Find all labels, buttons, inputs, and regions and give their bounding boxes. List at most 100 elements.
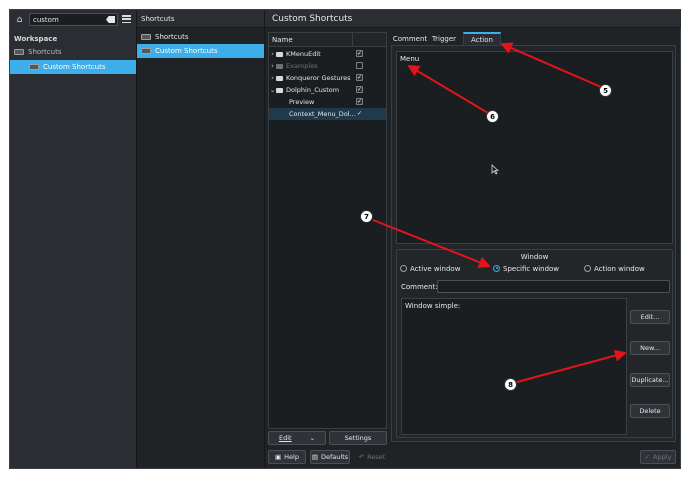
hamburger-menu-icon[interactable] — [122, 15, 131, 23]
list-item-custom-shortcuts[interactable]: Custom Shortcuts — [137, 44, 264, 58]
delete-button[interactable]: Delete — [630, 404, 670, 418]
sidebar-section-workspace: Workspace — [14, 35, 58, 43]
checkmark-icon: ✓ — [644, 453, 651, 461]
radio-specific-window[interactable]: Specific window — [493, 264, 560, 273]
window-simple-label: Window simple: — [405, 302, 461, 310]
sidebar-item-custom-shortcuts[interactable]: Custom Shortcuts — [10, 60, 136, 74]
home-icon[interactable]: ⌂ — [13, 13, 26, 26]
tree-row-label: Preview — [289, 98, 315, 106]
apply-label: Apply — [653, 453, 672, 461]
tree-row[interactable]: › Examples — [269, 60, 386, 72]
folder-icon — [276, 75, 283, 81]
enabled-checkbox[interactable]: ✓ — [356, 110, 363, 117]
enabled-checkbox[interactable] — [356, 62, 363, 69]
list-item-label: Custom Shortcuts — [155, 47, 218, 55]
help-button[interactable]: ▣ Help — [268, 450, 306, 464]
keyboard-icon — [14, 49, 24, 55]
tree-row-label: KMenuEdit — [286, 50, 321, 58]
defaults-label: Defaults — [321, 453, 349, 461]
window-simple-list[interactable]: Window simple: — [401, 298, 627, 435]
column-header: Shortcuts — [137, 10, 264, 28]
enabled-checkbox[interactable]: ✓ — [356, 86, 363, 93]
enabled-checkbox[interactable]: ✓ — [356, 98, 363, 105]
reset-label: Reset — [367, 453, 386, 461]
edit-menu-button[interactable]: Edit ⌄ — [268, 431, 326, 445]
comment-input[interactable] — [437, 280, 670, 293]
window-group: Window Active window Specific window Act… — [396, 249, 673, 438]
tree-row[interactable]: Context_Menu_Dol... ✓ — [269, 108, 386, 120]
menu-area[interactable]: Menu — [396, 51, 673, 244]
footer-bar: ▣ Help ▤ Defaults ↶ Reset ✓ Apply — [10, 448, 681, 468]
undo-icon: ↶ — [358, 453, 365, 461]
tree-row-label: Examples — [286, 62, 318, 70]
chevron-down-icon: ⌄ — [309, 434, 316, 442]
mouse-pointer-icon — [491, 164, 499, 175]
sidebar: ⌂ Workspace Shortcuts Custom Shortcuts — [10, 10, 137, 468]
tree-row-label: Konqueror Gestures — [286, 74, 351, 82]
radio-icon — [400, 264, 407, 272]
reset-button[interactable]: ↶ Reset — [354, 450, 390, 464]
radio-label: Active window — [410, 265, 461, 273]
sidebar-item-label: Shortcuts — [28, 48, 62, 56]
tab-trigger[interactable]: Trigger — [429, 32, 459, 45]
column-header-name: Name — [272, 36, 293, 44]
radio-icon — [493, 264, 500, 272]
keyboard-icon — [29, 64, 39, 70]
radio-icon — [584, 264, 591, 272]
tree-row-label: Dolphin_Custom — [286, 86, 340, 94]
chevron-right-icon[interactable]: › — [269, 74, 276, 82]
tree-header: Name — [269, 33, 386, 47]
menu-label: Menu — [400, 55, 420, 63]
callout-8: 8 — [504, 378, 517, 391]
tree-row[interactable]: › Konqueror Gestures ✓ — [269, 72, 386, 84]
app-window: ⌂ Workspace Shortcuts Custom Shortcuts S… — [9, 9, 681, 469]
folder-icon — [276, 87, 283, 93]
document-icon: ▤ — [311, 453, 318, 461]
tree-row-label: Context_Menu_Dol... — [289, 110, 356, 118]
enabled-checkbox[interactable]: ✓ — [356, 50, 363, 57]
search-input[interactable] — [33, 15, 103, 25]
keyboard-icon — [141, 48, 151, 54]
chevron-down-icon[interactable]: ⌄ — [269, 86, 276, 94]
clear-search-icon[interactable] — [106, 16, 115, 23]
group-title: Window — [520, 253, 549, 261]
folder-icon — [276, 51, 283, 57]
apply-button[interactable]: ✓ Apply — [640, 450, 676, 464]
callout-7: 7 — [360, 210, 373, 223]
defaults-button[interactable]: ▤ Defaults — [310, 450, 350, 464]
duplicate-button[interactable]: Duplicate... — [630, 373, 670, 387]
chevron-right-icon[interactable]: › — [269, 62, 276, 70]
tab-comment[interactable]: Comment — [393, 32, 427, 45]
tree-row[interactable]: Preview ✓ — [269, 96, 386, 108]
comment-label: Comment: — [401, 283, 438, 291]
chevron-right-icon[interactable]: › — [269, 50, 276, 58]
sidebar-item-shortcuts[interactable]: Shortcuts — [10, 45, 136, 59]
tree-row[interactable]: ⌄ Dolphin_Custom ✓ — [269, 84, 386, 96]
keyboard-icon — [141, 34, 151, 40]
settings-button[interactable]: Settings — [329, 431, 387, 445]
callout-6: 6 — [486, 110, 499, 123]
enabled-checkbox[interactable]: ✓ — [356, 74, 363, 81]
action-panel: Menu Window Active window Specific windo… — [391, 45, 676, 442]
folder-icon — [276, 63, 283, 69]
page-title: Custom Shortcuts — [265, 10, 681, 28]
radio-action-window[interactable]: Action window — [584, 264, 645, 273]
tree-row[interactable]: › KMenuEdit ✓ — [269, 48, 386, 60]
column-divider — [352, 33, 353, 47]
shortcut-tree: Name › KMenuEdit ✓ › Examples › Konquero… — [268, 32, 387, 429]
list-item-label: Shortcuts — [155, 33, 189, 41]
edit-label: Edit — [278, 434, 292, 442]
callout-5: 5 — [599, 84, 612, 97]
help-label: Help — [284, 453, 299, 461]
search-field[interactable] — [29, 13, 118, 26]
sidebar-item-label: Custom Shortcuts — [43, 63, 106, 71]
help-icon: ▣ — [275, 453, 282, 461]
tab-action[interactable]: Action — [463, 32, 501, 45]
radio-active-window[interactable]: Active window — [400, 264, 461, 273]
new-button[interactable]: New... — [630, 341, 670, 355]
radio-label: Specific window — [503, 265, 560, 273]
radio-label: Action window — [594, 265, 645, 273]
main-area: Custom Shortcuts Name › KMenuEdit ✓ › Ex… — [265, 10, 681, 468]
list-item-shortcuts[interactable]: Shortcuts — [137, 30, 264, 44]
edit-button[interactable]: Edit... — [630, 310, 670, 324]
